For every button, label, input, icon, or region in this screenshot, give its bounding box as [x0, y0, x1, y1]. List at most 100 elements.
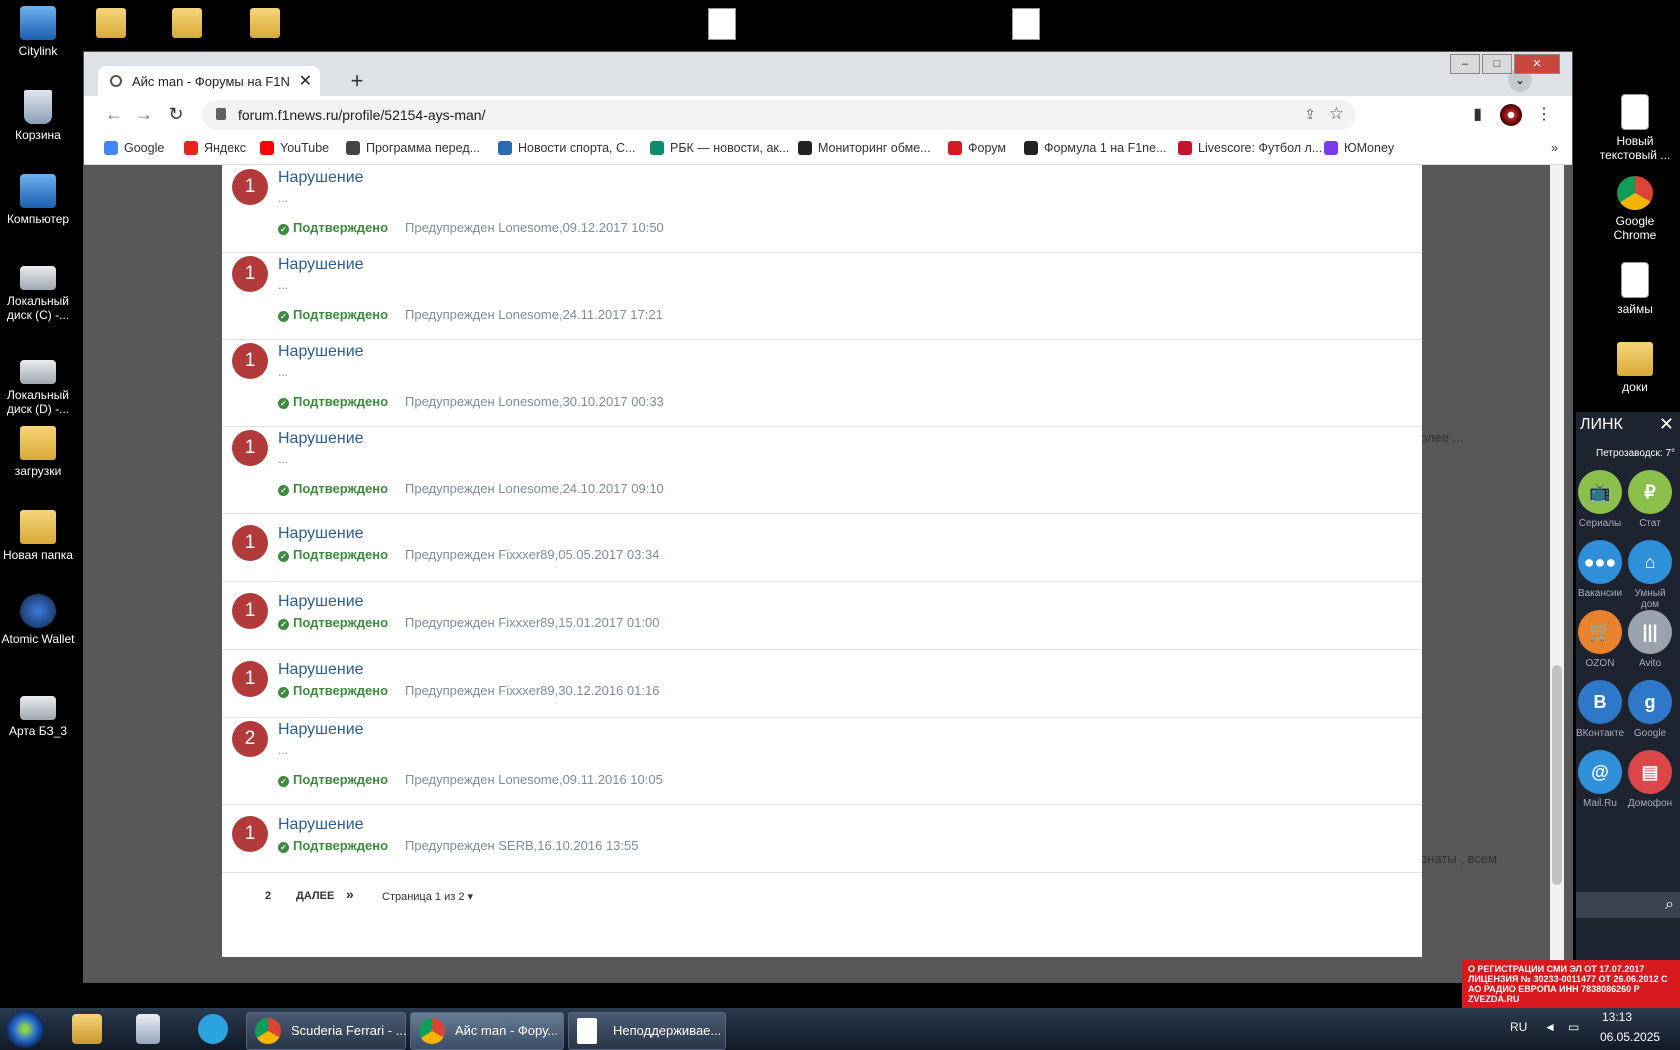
gadget-banner[interactable]: О РЕГИСТРАЦИИ СМИ ЭЛ ОТ 17.07.2017 ЛИЦЕН… [1462, 960, 1680, 1010]
telegram-icon[interactable] [198, 1014, 228, 1044]
warning-title-link[interactable]: Нарушение [278, 525, 364, 543]
close-icon[interactable]: ✕ [299, 71, 312, 91]
warning-title-link[interactable]: Нарушение [278, 661, 364, 679]
desktop-icon-new-folder[interactable]: Новая папка [0, 510, 76, 562]
document-icon[interactable] [1012, 8, 1040, 40]
bookmark-item[interactable]: Формула 1 на F1ne... [1024, 141, 1167, 155]
gadget-tile-icon[interactable]: В [1578, 680, 1622, 724]
warning-points-badge: 1 [232, 343, 268, 379]
warning-item: 1 Нарушение... ✓ Подтверждено Предупрежден L… [222, 339, 1422, 427]
bookmark-item[interactable]: Программа перед... [346, 141, 480, 155]
folder-icon[interactable] [172, 8, 202, 38]
desktop-icon-downloads[interactable]: загрузки [0, 426, 76, 478]
more-menu-icon[interactable]: ⋮ [1536, 104, 1552, 124]
reload-icon[interactable]: ↻ [166, 104, 186, 125]
warning-title-link[interactable]: Нарушение [278, 816, 364, 834]
warning-points-badge: 1 [232, 430, 268, 466]
explorer-icon[interactable] [72, 1014, 102, 1044]
warning-title-link[interactable]: Нарушение [278, 256, 364, 274]
desktop-icon-citylink[interactable]: Citylink [0, 6, 76, 58]
warning-title-link[interactable]: Нарушение [278, 343, 364, 361]
network-icon[interactable]: ▭ [1568, 1020, 1579, 1034]
scrollbar[interactable] [1550, 165, 1564, 982]
warning-item: 1 Нарушение... ✓ Подтверждено Предупрежден L… [222, 252, 1422, 340]
window-close-button[interactable]: ✕ [1514, 54, 1560, 74]
bookmark-item[interactable]: Яндекс [184, 141, 246, 155]
check-circle-icon: ✓ [278, 842, 289, 853]
minimize-button[interactable]: – [1450, 54, 1480, 74]
bookmark-label: РБК — новости, ак... [670, 141, 790, 155]
desktop-icon-google-chrome[interactable]: Google Chrome [1595, 176, 1675, 242]
forward-icon[interactable]: → [134, 104, 154, 125]
gadget-tile-icon[interactable]: ₽ [1628, 470, 1672, 514]
gadget-tile-icon[interactable]: ●●● [1578, 540, 1622, 584]
gadget-tile-icon[interactable]: ▤ [1628, 750, 1672, 794]
desktop-icon-loans[interactable]: займы [1595, 262, 1675, 316]
side-panel-icon[interactable]: ▮ [1473, 104, 1482, 124]
gadget-tile-icon[interactable]: 🛒 [1578, 610, 1622, 654]
share-icon[interactable]: ⇪ [1304, 106, 1316, 123]
calculator-icon[interactable] [136, 1014, 160, 1044]
gadget-tile-label: Умный дом [1634, 588, 1666, 610]
gadget-tile-icon[interactable]: 📺 [1578, 470, 1622, 514]
scrollbar-thumb[interactable] [1552, 665, 1562, 885]
desktop-icon-docs[interactable]: доки [1595, 342, 1675, 394]
warning-title-link[interactable]: Нарушение [278, 721, 364, 739]
last-page-button[interactable]: » [346, 886, 354, 902]
bookmark-item[interactable]: Мониторинг обме... [798, 141, 931, 155]
language-indicator[interactable]: RU [1510, 1020, 1527, 1034]
desktop-icon-recycle-bin[interactable]: Корзина [0, 90, 76, 142]
desktop-icon-disk-d[interactable]: Локальный диск (D) -... [0, 352, 76, 416]
warning-info: Предупрежден SERB,16.10.2016 13:55 [405, 838, 639, 853]
volume-icon[interactable]: ◄ [1544, 1020, 1556, 1034]
desktop-icon-arta[interactable]: Арта БЗ_3 [0, 688, 76, 738]
address-bar[interactable]: forum.f1news.ru/profile/52154-ays-man/ ⇪… [202, 100, 1356, 130]
back-icon[interactable]: ← [104, 104, 124, 125]
maximize-button[interactable]: □ [1482, 54, 1512, 74]
bookmark-item[interactable]: Новости спорта, С... [498, 141, 635, 155]
tab-active[interactable]: Айс man - Форумы на F1News.R ✕ [98, 66, 320, 96]
bookmark-label: Формула 1 на F1ne... [1044, 141, 1167, 155]
star-icon[interactable]: ☆ [1329, 104, 1344, 124]
gadget-tile-icon[interactable]: @ [1578, 750, 1622, 794]
gadget-tile-icon[interactable]: ⌂ [1628, 540, 1672, 584]
profile-avatar[interactable] [1500, 104, 1522, 126]
gadget-search[interactable]: ⌕ [1576, 892, 1680, 918]
page-jump-dropdown[interactable]: Страница 1 из 2 ▾ [382, 890, 473, 903]
bookmark-item[interactable]: РБК — новости, ак... [650, 141, 789, 155]
next-page-button[interactable]: ДАЛЕЕ [296, 890, 334, 902]
bookmark-item[interactable]: Livescore: Футбол л... [1178, 141, 1322, 155]
bookmarks-overflow-icon[interactable]: » [1551, 141, 1558, 155]
folder-icon[interactable] [96, 8, 126, 38]
taskbar-chrome-forum[interactable]: Айс man - Фору... [410, 1012, 564, 1050]
close-icon[interactable]: ✕ [1659, 414, 1674, 435]
taskbar-unsupported[interactable]: Неподдерживае... [568, 1012, 726, 1050]
gadget-tile-icon[interactable]: g [1628, 680, 1672, 724]
bookmark-item[interactable]: ЮMoney [1324, 141, 1394, 155]
pagination: 2 ДАЛЕЕ » Страница 1 из 2 ▾ [222, 876, 1422, 918]
clock-time[interactable]: 13:13 [1602, 1010, 1632, 1024]
bookmark-favicon-icon [1324, 141, 1338, 155]
bookmark-item[interactable]: YouTube [260, 141, 329, 155]
folder-icon[interactable] [250, 8, 280, 38]
warning-title-link[interactable]: Нарушение [278, 169, 364, 187]
bookmark-item[interactable]: Google [104, 141, 164, 155]
warning-title-link[interactable]: Нарушение [278, 430, 364, 448]
citylink-gadget: ЛИНК ✕ Петрозаводск: 7° ⌕ 📺 Сериалы ₽ Стат ●… [1576, 412, 1680, 972]
check-circle-icon: ✓ [278, 311, 289, 322]
taskbar-chrome-ferrari[interactable]: Scuderia Ferrari - ... [246, 1012, 407, 1050]
desktop-icon-new-text[interactable]: Новый текстовый ... [1595, 94, 1675, 162]
new-tab-button[interactable]: + [344, 69, 370, 95]
warning-status: ✓ Подтверждено [278, 838, 388, 853]
warning-title-link[interactable]: Нарушение [278, 593, 364, 611]
clock-date[interactable]: 06.05.2025 [1600, 1030, 1660, 1044]
page-number-button[interactable]: 2 [265, 890, 271, 902]
bookmark-label: YouTube [280, 141, 330, 155]
start-button[interactable] [6, 1010, 44, 1048]
desktop-icon-atomic-wallet[interactable]: Atomic Wallet [0, 594, 76, 646]
document-icon[interactable] [708, 8, 736, 40]
gadget-tile-icon[interactable]: ||| [1628, 610, 1672, 654]
desktop-icon-computer[interactable]: Компьютер [0, 174, 76, 226]
desktop-icon-disk-c[interactable]: Локальный диск (C) -... [0, 258, 76, 322]
bookmark-item[interactable]: Форум [948, 141, 1006, 155]
